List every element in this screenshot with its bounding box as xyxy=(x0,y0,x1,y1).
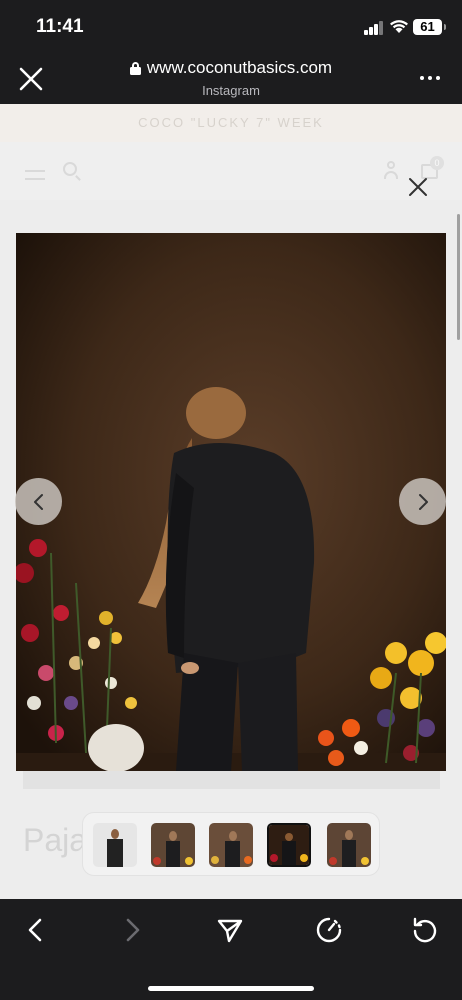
image-footer-bar xyxy=(23,771,440,789)
thumbnail-selected[interactable] xyxy=(267,823,311,867)
cart-count-badge: 0 xyxy=(430,156,444,170)
scrollbar[interactable] xyxy=(457,214,460,340)
source-label: Instagram xyxy=(202,82,260,98)
gallery-prev-button[interactable] xyxy=(15,478,62,525)
in-app-browser-header: www.coconutbasics.com Instagram xyxy=(0,52,462,104)
browser-toolbar xyxy=(0,899,462,1000)
reload-icon xyxy=(413,917,437,943)
thumbnail[interactable] xyxy=(93,823,137,867)
hamburger-icon[interactable] xyxy=(25,170,45,180)
forward-button[interactable] xyxy=(116,913,150,947)
cellular-signal-icon xyxy=(364,21,384,35)
gallery-next-button[interactable] xyxy=(399,478,446,525)
wifi-icon xyxy=(389,19,409,34)
product-title: Paja xyxy=(23,822,88,858)
send-icon xyxy=(217,919,243,943)
site-header: 0 xyxy=(0,142,462,200)
thumbnail[interactable] xyxy=(151,823,195,867)
thumbnail[interactable] xyxy=(327,823,371,867)
product-hero-image[interactable] xyxy=(16,233,446,771)
chevron-right-icon xyxy=(418,493,428,510)
back-button[interactable] xyxy=(18,913,52,947)
lock-icon xyxy=(129,61,141,75)
status-bar: 11:41 61 xyxy=(0,0,462,52)
back-icon xyxy=(28,918,42,942)
home-indicator[interactable] xyxy=(148,986,314,991)
reload-button[interactable] xyxy=(408,913,442,947)
more-icon[interactable] xyxy=(420,76,440,80)
battery-indicator: 61 xyxy=(413,19,446,35)
share-button[interactable] xyxy=(213,913,247,947)
webview: COCO "LUCKY 7" WEEK 0 Paja xyxy=(0,104,462,899)
close-icon[interactable] xyxy=(407,176,429,198)
announcement-bar: COCO "LUCKY 7" WEEK xyxy=(0,104,462,142)
search-icon[interactable] xyxy=(63,162,77,176)
thumbnail-strip xyxy=(82,812,380,876)
url-text: www.coconutbasics.com xyxy=(146,58,333,77)
speed-button[interactable] xyxy=(312,913,346,947)
chevron-left-icon xyxy=(33,493,43,510)
url-display: www.coconutbasics.com Instagram xyxy=(0,58,462,98)
user-icon[interactable] xyxy=(384,161,398,179)
forward-icon xyxy=(126,918,140,942)
speed-icon xyxy=(316,917,342,943)
thumbnail[interactable] xyxy=(209,823,253,867)
status-time: 11:41 xyxy=(36,16,84,37)
